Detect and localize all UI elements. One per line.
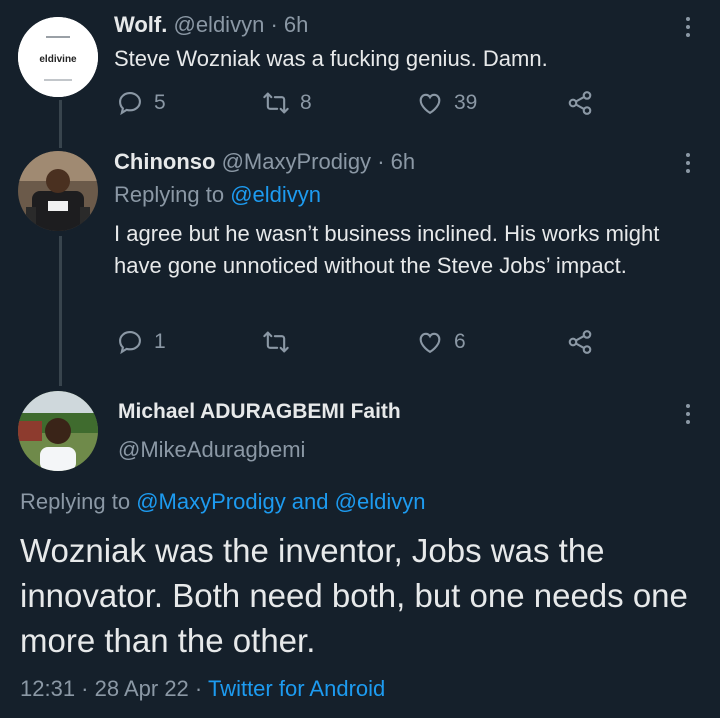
- replying-to-handle[interactable]: @eldivyn: [230, 182, 321, 207]
- like-count: 39: [454, 91, 478, 114]
- retweet-icon: [263, 331, 289, 353]
- heart-icon: [419, 332, 441, 354]
- author-name: Michael ADURAGBEMI Faith: [118, 400, 401, 424]
- share-icon: [568, 91, 592, 115]
- share-icon: [568, 330, 592, 354]
- tweet-meta: 12:31 · 28 Apr 22 · Twitter for Android: [20, 676, 385, 702]
- replying-prefix: Replying to: [20, 489, 131, 514]
- like-count: 6: [454, 330, 466, 353]
- thread-line: [59, 100, 62, 148]
- like-button[interactable]: 39: [416, 89, 477, 117]
- more-options-icon[interactable]: [685, 153, 691, 177]
- heart-icon: [419, 93, 441, 115]
- thread-line: [59, 236, 62, 386]
- post-time[interactable]: · 6h: [377, 149, 415, 174]
- user-handle[interactable]: @MaxyProdigy: [222, 149, 372, 174]
- svg-text:eldivine: eldivine: [39, 54, 77, 65]
- replying-to: Replying to @MaxyProdigy and @eldivyn: [20, 489, 425, 515]
- avatar[interactable]: [18, 391, 98, 471]
- retweet-button[interactable]: [262, 328, 300, 356]
- reply-count: 1: [154, 330, 166, 353]
- retweet-icon: [263, 92, 289, 114]
- share-button[interactable]: [566, 328, 604, 356]
- post-time[interactable]: · 6h: [270, 12, 308, 37]
- reply-count: 5: [154, 91, 166, 114]
- display-name[interactable]: Chinonso: [114, 149, 215, 174]
- replying-prefix: Replying to: [114, 182, 225, 207]
- like-button[interactable]: 6: [416, 328, 466, 356]
- more-options-icon[interactable]: [685, 17, 691, 41]
- display-name[interactable]: Michael ADURAGBEMI Faith: [118, 400, 401, 423]
- replying-to: Replying to @eldivyn: [114, 182, 321, 208]
- retweet-count: 8: [300, 91, 312, 114]
- tweet-text: Steve Wozniak was a fucking genius. Damn…: [114, 46, 548, 71]
- avatar[interactable]: eldivine: [18, 17, 98, 97]
- timestamp[interactable]: 12:31 · 28 Apr 22 ·: [20, 676, 202, 701]
- reply-icon: [119, 331, 141, 355]
- display-name[interactable]: Wolf.: [114, 12, 167, 37]
- more-options-icon[interactable]: [685, 404, 691, 428]
- reply-icon: [119, 92, 141, 116]
- user-handle[interactable]: @eldivyn: [173, 12, 264, 37]
- retweet-button[interactable]: 8: [262, 89, 312, 117]
- user-handle[interactable]: @MikeAduragbemi: [118, 437, 305, 462]
- replying-to-handles[interactable]: @MaxyProdigy and @eldivyn: [136, 489, 425, 514]
- tweet-text: I agree but he wasn’t business inclined.…: [114, 221, 660, 278]
- reply-button[interactable]: 1: [116, 328, 166, 356]
- tweet-1-header: Wolf. @eldivyn · 6h: [114, 12, 308, 38]
- avatar[interactable]: [18, 151, 98, 231]
- share-button[interactable]: [566, 89, 604, 117]
- source-app[interactable]: Twitter for Android: [208, 676, 385, 701]
- author-handle: @MikeAduragbemi: [118, 437, 305, 463]
- reply-button[interactable]: 5: [116, 89, 166, 117]
- main-tweet-text: Wozniak was the inventor, Jobs was the i…: [20, 532, 688, 659]
- tweet-2-header: Chinonso @MaxyProdigy · 6h: [114, 149, 415, 175]
